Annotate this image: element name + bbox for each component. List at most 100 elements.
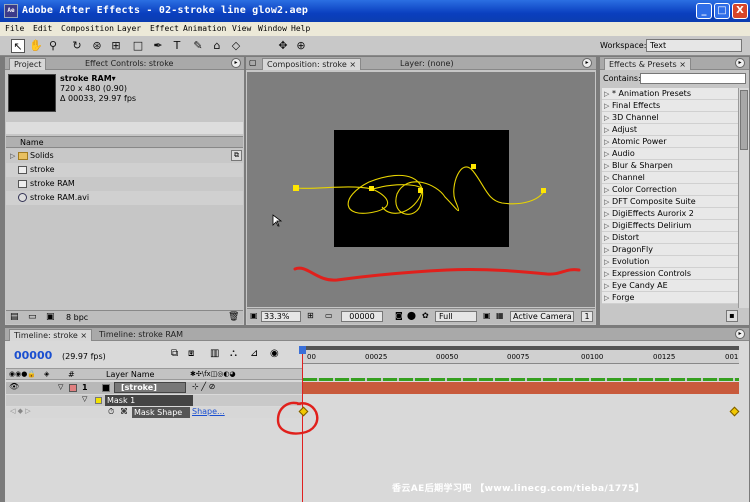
collapse-triangle-icon[interactable]: ▽	[58, 383, 63, 391]
list-item[interactable]: stroke RAM	[6, 177, 243, 191]
interpret-footage-icon[interactable]: ▤	[10, 312, 19, 322]
close-button[interactable]: X	[732, 3, 748, 19]
effect-category[interactable]: ▷ 3D Channel	[602, 112, 738, 124]
local-axis-icon[interactable]: ✥	[276, 39, 290, 53]
draft-3d-icon[interactable]: ▥	[210, 348, 219, 359]
menu-composition[interactable]: Composition	[61, 24, 114, 33]
panel-menu-icon[interactable]: ▸	[231, 58, 241, 68]
keyframe-nav-icon[interactable]: ◁ ◆ ▷	[10, 407, 31, 415]
world-axis-icon[interactable]: ⊕	[294, 39, 308, 53]
rotate-tool-icon[interactable]: ↻	[70, 39, 84, 53]
menu-edit[interactable]: Edit	[33, 24, 52, 33]
graph-icon[interactable]: ⌘	[120, 407, 128, 416]
tab-timeline-stroke[interactable]: Timeline: stroke ×	[9, 329, 93, 341]
effect-category[interactable]: ▷ Forge	[602, 292, 738, 304]
minimize-button[interactable]: _	[696, 3, 712, 19]
effect-category[interactable]: ▷ Adjust	[602, 124, 738, 136]
menu-window[interactable]: Window	[258, 24, 287, 33]
effect-category[interactable]: ▷ DragonFly	[602, 244, 738, 256]
panel-menu-icon[interactable]: ▸	[582, 58, 592, 68]
expand-triangle-icon[interactable]: ▷	[604, 88, 609, 100]
hide-shy-icon[interactable]: ⛬	[230, 348, 237, 359]
close-tab-icon[interactable]: ×	[679, 60, 686, 69]
mask-row[interactable]: ▽ Mask 1	[6, 395, 302, 406]
effect-category[interactable]: ▷ * Animation Presets	[602, 88, 738, 100]
effect-category[interactable]: ▷ Final Effects	[602, 100, 738, 112]
effect-category[interactable]: ▷ DigiEffects Delirium	[602, 220, 738, 232]
show-channel-icon[interactable]: ⬤	[407, 311, 416, 320]
list-item[interactable]: ▷ Solids ⧉	[6, 149, 243, 163]
expand-triangle-icon[interactable]: ▷	[604, 124, 609, 136]
stopwatch-icon[interactable]: ⏱	[108, 407, 114, 417]
layer-switches-icon[interactable]: ⊹ ╱ ⊘	[192, 382, 215, 391]
effect-category[interactable]: ▷ DigiEffects Aurorix 2	[602, 208, 738, 220]
close-tab-icon[interactable]: ×	[80, 331, 87, 340]
expand-triangle-icon[interactable]: ▷	[604, 112, 609, 124]
expand-triangle-icon[interactable]: ▷	[604, 172, 609, 184]
collapse-triangle-icon[interactable]: ▽	[82, 395, 87, 403]
snapshot-icon[interactable]: ◙	[395, 311, 403, 320]
effect-category[interactable]: ▷ Eye Candy AE	[602, 280, 738, 292]
selected-item-name[interactable]: stroke RAM▾	[60, 74, 116, 83]
time-ruler[interactable]: 00 00025 00050 00075 00100 00125 001	[303, 350, 739, 364]
effect-category[interactable]: ▷ Blur & Sharpen	[602, 160, 738, 172]
text-tool-icon[interactable]: T	[170, 39, 184, 53]
region-of-interest-icon[interactable]: ▣	[483, 311, 491, 320]
expand-triangle-icon[interactable]: ▷	[604, 136, 609, 148]
tab-project[interactable]: Project	[9, 58, 47, 70]
tab-composition-stroke[interactable]: Composition: stroke ×	[262, 58, 362, 70]
pan-behind-icon[interactable]: ⊞	[109, 39, 123, 53]
list-item[interactable]: stroke RAM.avi	[6, 191, 243, 205]
new-preset-icon[interactable]: ▪	[726, 310, 738, 322]
menu-effect[interactable]: Effect	[150, 24, 179, 33]
camera-select[interactable]: Active Camera	[510, 311, 574, 322]
menu-view[interactable]: View	[232, 24, 251, 33]
menu-help[interactable]: Help	[291, 24, 310, 33]
tab-layer[interactable]: Layer: (none)	[396, 58, 458, 70]
new-folder-icon[interactable]: ▭	[28, 312, 37, 322]
effect-category[interactable]: ▷ Color Correction	[602, 184, 738, 196]
panel-menu-icon[interactable]: ▸	[735, 329, 745, 339]
mask-color-swatch[interactable]	[95, 397, 102, 404]
playhead-handle[interactable]	[299, 346, 306, 354]
resolution-select[interactable]: Full	[435, 311, 477, 322]
flowchart-icon[interactable]: ⧉	[231, 150, 242, 161]
layer-duration-bar[interactable]	[303, 382, 739, 394]
scrollbar-thumb[interactable]	[740, 90, 748, 150]
comp-flowchart-icon[interactable]: ⧉	[171, 348, 178, 359]
live-update-icon[interactable]: ⧆	[188, 348, 194, 359]
effect-category[interactable]: ▷ Audio	[602, 148, 738, 160]
expand-triangle-icon[interactable]: ▷	[604, 280, 609, 292]
expand-triangle-icon[interactable]: ▷	[604, 292, 609, 304]
brush-tool-icon[interactable]: ✎	[191, 39, 205, 53]
menu-animation[interactable]: Animation	[183, 24, 226, 33]
workspace-select[interactable]: Text	[646, 39, 742, 52]
expand-triangle-icon[interactable]: ▷	[10, 149, 15, 163]
visibility-eye-icon[interactable]: 👁	[9, 382, 19, 391]
expand-triangle-icon[interactable]: ▷	[604, 184, 609, 196]
mask-shape-link[interactable]: Shape...	[192, 407, 225, 416]
timeline-current-time[interactable]: 00000	[14, 349, 52, 362]
maximize-button[interactable]: □	[714, 3, 730, 19]
frame-blending-icon[interactable]: ⊿	[250, 348, 258, 359]
mask-name[interactable]: Mask 1	[105, 395, 193, 406]
effect-category[interactable]: ▷ Distort	[602, 232, 738, 244]
tab-effects-presets[interactable]: Effects & Presets ×	[604, 58, 691, 70]
expand-triangle-icon[interactable]: ▷	[604, 196, 609, 208]
hand-tool-icon[interactable]: ✋	[29, 39, 43, 53]
effect-category[interactable]: ▷ Evolution	[602, 256, 738, 268]
effect-category[interactable]: ▷ DFT Composite Suite	[602, 196, 738, 208]
av-features-icon[interactable]: ◉◉●🔒	[9, 370, 36, 378]
effect-category[interactable]: ▷ Atomic Power	[602, 136, 738, 148]
new-composition-icon[interactable]: ▣	[46, 312, 55, 322]
menu-layer[interactable]: Layer	[117, 24, 141, 33]
expand-triangle-icon[interactable]: ▷	[604, 256, 609, 268]
menu-file[interactable]: File	[5, 24, 24, 33]
eraser-tool-icon[interactable]: ◇	[229, 39, 243, 53]
expand-triangle-icon[interactable]: ▷	[604, 208, 609, 220]
label-color-swatch[interactable]	[69, 384, 77, 392]
tab-timeline-stroke-ram[interactable]: Timeline: stroke RAM	[95, 329, 187, 341]
effect-category[interactable]: ▷ Expression Controls	[602, 268, 738, 280]
transparency-grid-icon[interactable]: ▦	[496, 311, 504, 320]
layer-row[interactable]: 👁 ▽ 1 [stroke] ⊹ ╱ ⊘	[6, 382, 302, 394]
